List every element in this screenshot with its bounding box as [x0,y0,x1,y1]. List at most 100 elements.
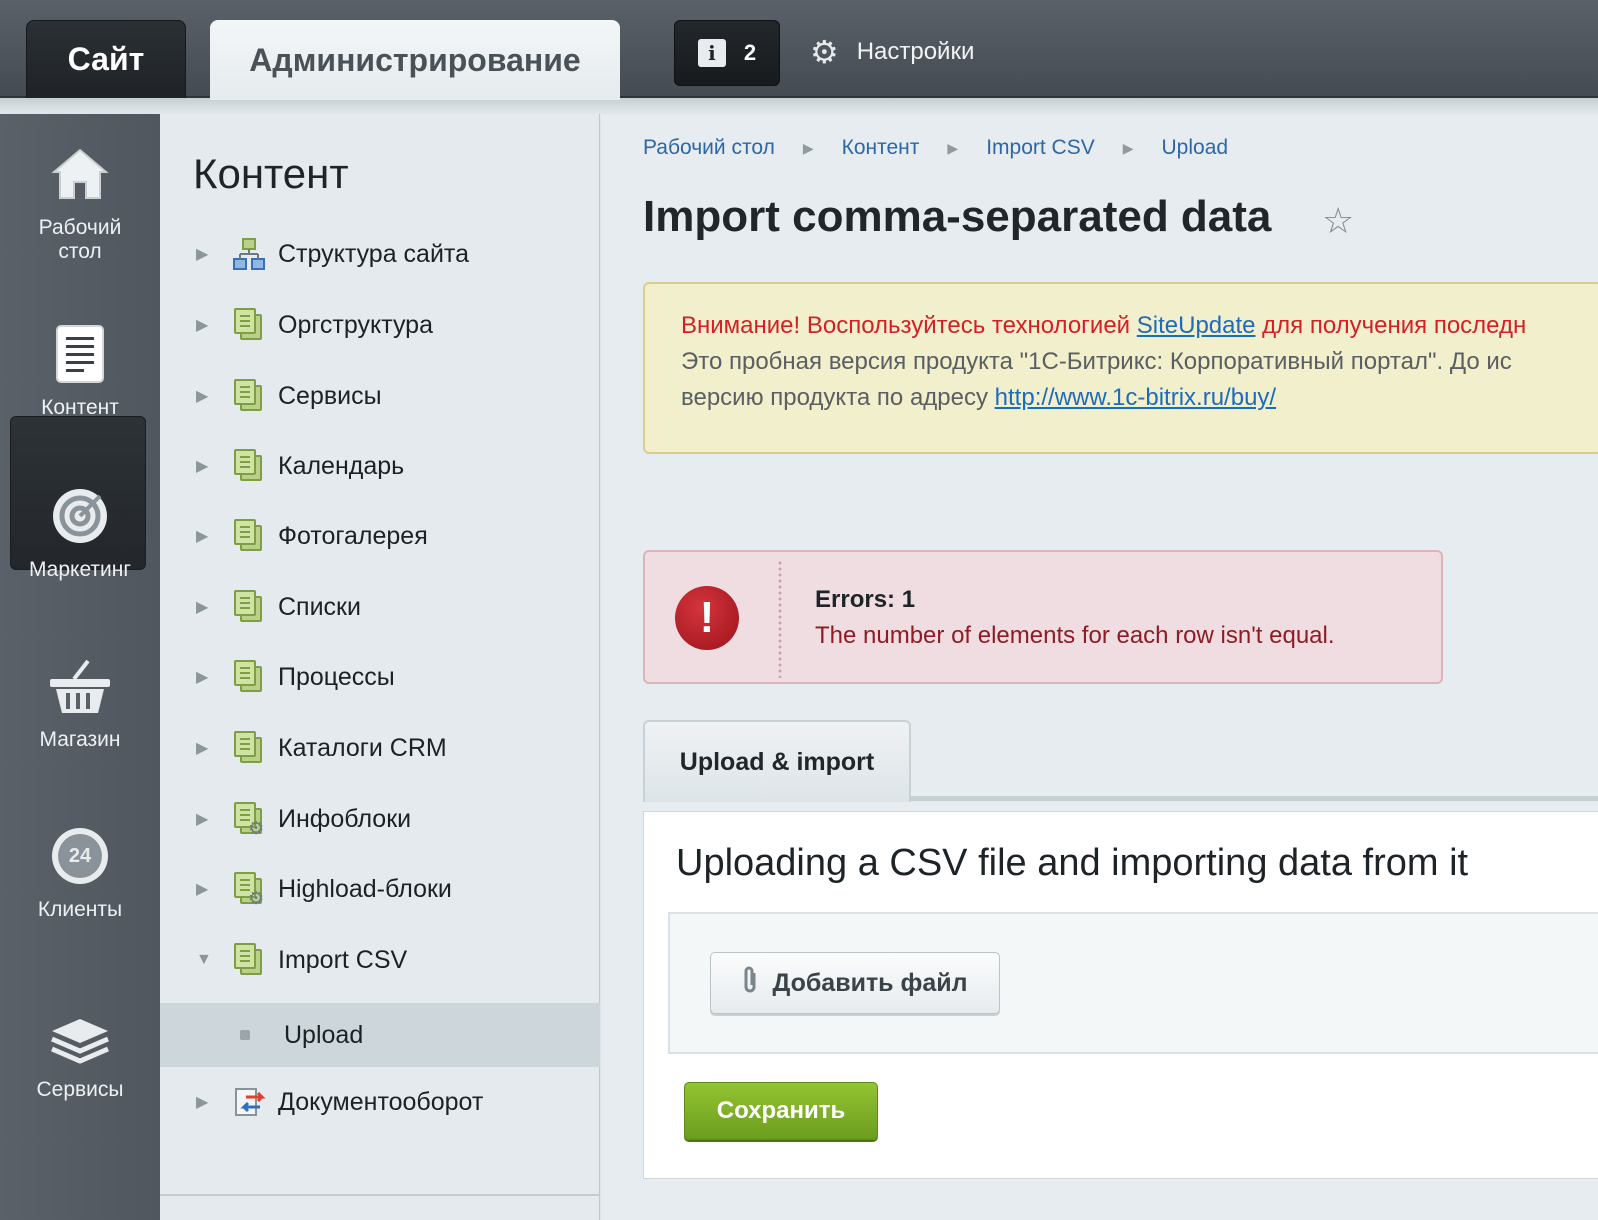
add-file-label: Добавить файл [772,968,968,997]
page-icon [232,660,266,694]
page-gear-icon: ⚙ [232,802,266,838]
expand-arrow-icon[interactable]: ▶ [196,526,232,546]
siteupdate-link[interactable]: SiteUpdate [1137,312,1256,339]
bullet-icon [240,1030,250,1040]
menu-item-label: Структура сайта [278,239,469,268]
breadcrumb-item[interactable]: Контент [842,136,920,160]
menu-item-label: Списки [278,592,361,621]
breadcrumb-item[interactable]: Upload [1162,136,1229,160]
menu-item-docflow[interactable]: ▶ Документооборот [160,1070,600,1134]
error-message: ! Errors: 1 The number of elements for e… [643,550,1443,684]
breadcrumb: Рабочий стол ▶ Контент ▶ Import CSV ▶ Up… [643,136,1228,160]
menu-item-label: Каталоги CRM [278,733,447,762]
expand-arrow-icon[interactable]: ▶ [196,456,232,476]
expand-arrow-icon[interactable]: ▶ [196,1092,232,1112]
menu-item-infoblocks[interactable]: ▶ ⚙ Инфоблоки [160,787,600,851]
rail-item-desktop[interactable]: Рабочий стол [0,142,160,264]
breadcrumb-item[interactable]: Рабочий стол [643,136,775,160]
favorite-star-icon[interactable]: ☆ [1322,200,1354,242]
left-rail: Рабочий стол Контент Маркетинг Магазин 2… [0,114,160,1220]
menu-item-label: Календарь [278,451,405,480]
menu-item-label: Документооборот [278,1087,484,1116]
notifications-count: 2 [743,40,757,65]
page-icon [232,590,266,624]
menu-divider [160,1194,600,1196]
page-title: Import comma-separated data [643,192,1272,241]
expand-arrow-icon[interactable]: ▶ [196,667,232,687]
menu-item-orgstructure[interactable]: ▶ Оргструктура [160,293,600,357]
save-button[interactable]: Сохранить [684,1082,878,1140]
upload-panel: Uploading a CSV file and importing data … [643,811,1598,1179]
rail-item-services[interactable]: Сервисы [0,1004,160,1102]
add-file-button[interactable]: Добавить файл [710,952,1000,1014]
file-upload-box: Добавить файл [668,912,1598,1054]
rail-item-label: Маркетинг [28,558,132,581]
expand-arrow-icon[interactable]: ▶ [196,809,232,829]
breadcrumb-separator-icon: ▶ [802,139,814,156]
clients-badge: 24 [58,834,102,878]
error-title: Errors: 1 [815,586,916,613]
page-icon [232,308,266,342]
target-icon [48,484,112,548]
menu-item-site-structure[interactable]: ▶ Структура сайта [160,222,600,286]
rail-item-label: Сервисы [36,1078,124,1101]
warning-line-2: Это пробная версия продукта "1С-Битрикс:… [681,348,1512,375]
warning-text: для получения последн [1255,312,1527,339]
top-bar: Сайт Администрирование i 2 ⚙ Настройки [0,0,1598,112]
expand-arrow-icon[interactable]: ▶ [196,597,232,617]
document-icon [48,322,112,386]
menu-item-import-csv[interactable]: ▼ Import CSV [160,928,600,992]
menu-item-calendar[interactable]: ▶ Календарь [160,434,600,498]
menu-item-label: Оргструктура [278,310,433,339]
menu-item-label: Процессы [278,662,395,691]
settings-link[interactable]: ⚙ Настройки [810,32,974,72]
expand-arrow-icon[interactable]: ▶ [196,244,232,264]
menu-item-services[interactable]: ▶ Сервисы [160,364,600,428]
rail-item-marketing[interactable]: Маркетинг [0,484,160,582]
rail-item-label: Клиенты [37,898,123,921]
error-text: The number of elements for each row isn'… [815,622,1335,649]
rail-item-shop[interactable]: Магазин [0,654,160,752]
breadcrumb-separator-icon: ▶ [1122,139,1134,156]
expand-arrow-icon[interactable]: ▶ [196,879,232,899]
breadcrumb-item[interactable]: Import CSV [986,136,1095,160]
menu-item-label: Инфоблоки [278,804,412,833]
menu-item-highload-blocks[interactable]: ▶ ⚙ Highload-блоки [160,857,600,921]
expand-arrow-icon[interactable]: ▶ [196,386,232,406]
tab-site[interactable]: Сайт [26,20,186,98]
layers-icon [48,1004,112,1068]
clients-24-icon: 24 [48,824,112,888]
page-icon [232,731,266,765]
menu-item-label: Import CSV [278,945,408,974]
menu-title: Контент [193,150,349,197]
info-icon: i [697,39,726,67]
tab-upload-import[interactable]: Upload & import [643,720,911,802]
tab-administration[interactable]: Администрирование [210,20,620,100]
warning-line-3: версию продукта по адресу http://www.1c-… [681,384,1276,412]
expand-arrow-icon[interactable]: ▶ [196,315,232,335]
notifications-button[interactable]: i 2 [674,20,780,86]
warning-text: Внимание! Воспользуйтесь технологией [681,312,1137,339]
menu-item-processes[interactable]: ▶ Процессы [160,645,600,709]
rail-item-clients[interactable]: 24 Клиенты [0,824,160,922]
menu-item-lists[interactable]: ▶ Списки [160,575,600,639]
page-icon [232,379,266,413]
menu-item-crm-catalogs[interactable]: ▶ Каталоги CRM [160,716,600,780]
site-structure-icon [232,237,266,271]
gear-icon: ⚙ [810,34,839,70]
page-icon [232,519,266,553]
docflow-icon [232,1085,266,1119]
expand-arrow-icon[interactable]: ▶ [196,738,232,758]
trial-warning: Внимание! Воспользуйтесь технологией Sit… [643,282,1598,454]
rail-item-label: Магазин [39,728,121,751]
content-menu: Контент ▶ Структура сайта ▶ Оргструктура… [160,114,600,1220]
rail-item-content[interactable]: Контент [0,322,160,420]
menu-item-label: Сервисы [278,381,382,410]
collapse-arrow-icon[interactable]: ▼ [196,951,232,969]
menu-item-upload[interactable]: Upload [160,1003,600,1067]
page-icon [232,449,266,483]
buy-link[interactable]: http://www.1c-bitrix.ru/buy/ [995,384,1276,411]
menu-item-photogallery[interactable]: ▶ Фотогалерея [160,504,600,568]
home-icon [48,142,112,206]
menu-item-label: Upload [284,1020,364,1049]
